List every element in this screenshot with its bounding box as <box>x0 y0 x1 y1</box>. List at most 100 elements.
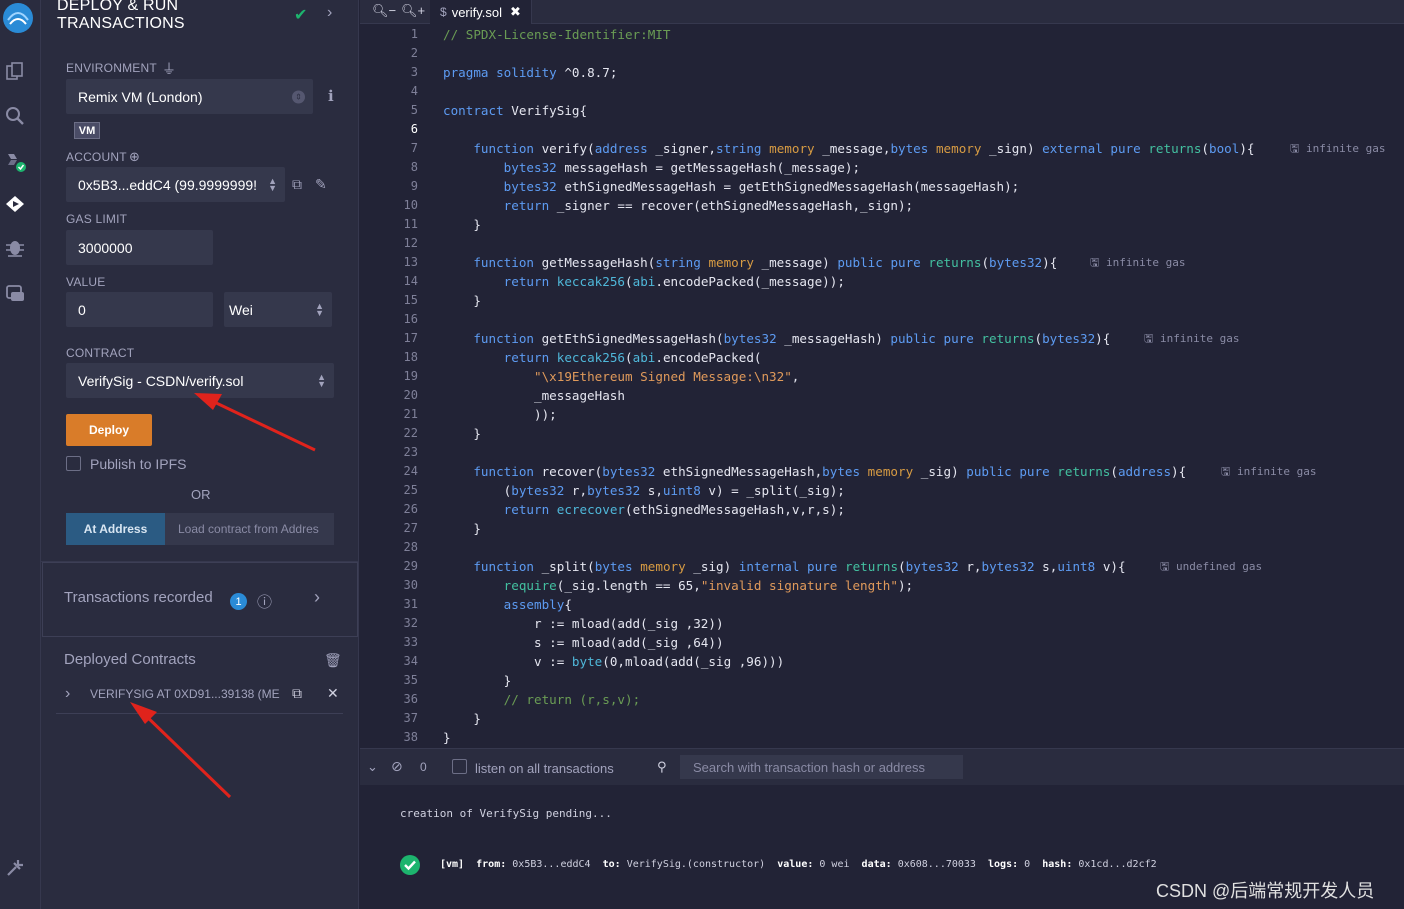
environment-select[interactable]: Remix VM (London) ⇕ <box>66 79 313 114</box>
solidity-compiler-icon[interactable] <box>4 150 26 172</box>
deploy-run-panel: DEPLOY & RUN TRANSACTIONS ✔ › ENVIRONMEN… <box>41 0 359 909</box>
close-icon[interactable]: ✕ <box>327 685 339 702</box>
remix-logo-icon[interactable] <box>2 2 34 34</box>
code-line[interactable]: 21 )); <box>360 405 1404 424</box>
code-line[interactable]: 18 return keccak256(abi.encodePacked( <box>360 348 1404 367</box>
code-line[interactable]: 24 function recover(bytes32 ethSignedMes… <box>360 462 1404 481</box>
trash-icon[interactable]: 🗑 <box>324 652 342 669</box>
copy-icon[interactable]: ⧉ <box>292 176 302 193</box>
file-explorer-icon[interactable] <box>4 60 26 82</box>
deploy-button[interactable]: Deploy <box>66 414 152 446</box>
copy-icon[interactable]: ⧉ <box>292 685 302 702</box>
account-select[interactable]: 0x5B3...eddC4 (99.9999999! ▲ ▼ <box>66 167 285 202</box>
chevron-right-icon[interactable]: › <box>314 587 320 608</box>
code-line[interactable]: 32 r := mload(add(_sig ,32)) <box>360 614 1404 633</box>
solidity-file-icon: $ <box>440 5 447 19</box>
publish-ipfs-checkbox[interactable] <box>66 456 81 471</box>
code-text: "\x19Ethereum Signed Message:\n32", <box>534 369 800 384</box>
listen-all-checkbox[interactable] <box>452 759 467 774</box>
code-line[interactable]: 5 contract VerifySig{ <box>360 101 1404 120</box>
code-line[interactable]: 7 function verify(address _signer,string… <box>360 139 1404 158</box>
code-line[interactable]: 12 <box>360 234 1404 253</box>
code-line[interactable]: 36 // return (r,s,v); <box>360 690 1404 709</box>
line-number: 15 <box>403 293 418 307</box>
line-number: 28 <box>403 540 418 554</box>
or-label: OR <box>191 487 211 502</box>
code-line[interactable]: 28 <box>360 538 1404 557</box>
edit-icon[interactable]: ✎ <box>315 176 327 193</box>
code-line[interactable]: 8 bytes32 messageHash = getMessageHash(_… <box>360 158 1404 177</box>
code-line[interactable]: 37 } <box>360 709 1404 728</box>
zoom-out-icon[interactable]: 🔍︎− <box>372 3 396 19</box>
info-icon[interactable]: ℹ <box>328 87 334 105</box>
gas-limit-input[interactable]: 3000000 <box>66 230 213 265</box>
code-line[interactable]: 3 pragma solidity ^0.8.7; <box>360 63 1404 82</box>
clear-console-icon[interactable]: ⊘ <box>391 758 403 775</box>
code-text: } <box>443 673 512 688</box>
code-line[interactable]: 33 s := mload(add(_sig ,64)) <box>360 633 1404 652</box>
close-icon[interactable]: ✖ <box>510 4 521 20</box>
code-line[interactable]: 22 } <box>360 424 1404 443</box>
code-line[interactable]: 11 } <box>360 215 1404 234</box>
code-line[interactable]: 26 return ecrecover(ethSignedMessageHash… <box>360 500 1404 519</box>
plug-icon[interactable] <box>4 857 26 879</box>
code-text: bytes32 ethSignedMessageHash = getEthSig… <box>503 179 1020 194</box>
code-line[interactable]: 38} <box>360 728 1404 747</box>
code-line[interactable]: 13 function getMessageHash(string memory… <box>360 253 1404 272</box>
contract-select[interactable]: VerifySig - CSDN/verify.sol ▲ ▼ <box>66 363 334 398</box>
deployed-instance-name: VERIFYSIG AT 0XD91...39138 (ME <box>90 687 280 701</box>
collapse-icon[interactable]: ⌄ <box>367 759 378 775</box>
plus-circle-icon[interactable]: ⊕ <box>129 149 140 165</box>
code-line[interactable]: 1 // SPDX-License-Identifier:MIT <box>360 25 1404 44</box>
transactions-recorded-section[interactable]: Transactions recorded 1 ⓘ › <box>42 562 358 637</box>
code-line[interactable]: 15 } <box>360 291 1404 310</box>
line-number: 26 <box>403 502 418 516</box>
code-line[interactable]: 20 _messageHash <box>360 386 1404 405</box>
line-number: 18 <box>403 350 418 364</box>
chevron-right-icon[interactable]: › <box>327 4 332 22</box>
environment-value: Remix VM (London) <box>78 88 203 105</box>
account-label: ACCOUNT <box>66 150 127 164</box>
code-line[interactable]: 23 <box>360 443 1404 462</box>
code-line[interactable]: 14 return keccak256(abi.encodePacked(_me… <box>360 272 1404 291</box>
transactions-count-badge: 1 <box>230 593 247 610</box>
tx-logs: 0 <box>1024 859 1031 870</box>
code-line[interactable]: 16 <box>360 310 1404 329</box>
at-address-input[interactable]: Load contract from Addres <box>165 513 334 545</box>
code-line[interactable]: 31 assembly{ <box>360 595 1404 614</box>
code-line[interactable]: 27 } <box>360 519 1404 538</box>
code-line[interactable]: 35 } <box>360 671 1404 690</box>
code-line[interactable]: 9 bytes32 ethSignedMessageHash = getEthS… <box>360 177 1404 196</box>
at-address-button[interactable]: At Address <box>66 513 165 545</box>
select-arrows-icon: ▲ ▼ <box>315 300 324 318</box>
code-line[interactable]: 2 <box>360 44 1404 63</box>
code-line[interactable]: 4 <box>360 82 1404 101</box>
deployed-contract-instance[interactable]: › VERIFYSIG AT 0XD91...39138 (ME ⧉ ✕ <box>56 679 343 714</box>
chevron-right-icon[interactable]: › <box>65 685 70 703</box>
code-line[interactable]: 17 function getEthSignedMessageHash(byte… <box>360 329 1404 348</box>
tx-vm: [vm] <box>440 859 465 870</box>
code-line[interactable]: 19 "\x19Ethereum Signed Message:\n32", <box>360 367 1404 386</box>
code-line[interactable]: 34 v := byte(0,mload(add(_sig ,96))) <box>360 652 1404 671</box>
code-line[interactable]: 29 function _split(bytes memory _sig) in… <box>360 557 1404 576</box>
code-text: require(_sig.length == 65,"invalid signa… <box>503 578 914 593</box>
tab-verify-sol[interactable]: $ verify.sol ✖ <box>430 0 532 24</box>
line-number: 12 <box>403 236 418 250</box>
tx-from: 0x5B3...eddC4 <box>512 859 591 870</box>
zoom-in-icon[interactable]: 🔍︎+ <box>401 3 425 19</box>
search-icon[interactable] <box>4 105 26 127</box>
code-line[interactable]: 10 return _signer == recover(ethSignedMe… <box>360 196 1404 215</box>
line-number: 11 <box>403 217 418 231</box>
deploy-run-icon[interactable] <box>4 193 26 215</box>
code-line[interactable]: 30 require(_sig.length == 65,"invalid si… <box>360 576 1404 595</box>
plugin-manager-icon[interactable] <box>4 282 26 304</box>
info-icon[interactable]: ⓘ <box>257 591 272 612</box>
tx-to-label: to: <box>602 859 621 870</box>
terminal-search-input[interactable]: Search with transaction hash or address <box>680 755 963 779</box>
code-line[interactable]: 25 (bytes32 r,bytes32 s,uint8 v) = _spli… <box>360 481 1404 500</box>
value-input[interactable]: 0 <box>66 292 213 327</box>
transaction-log[interactable]: [vm] from: 0x5B3...eddC4 to: VerifySig.(… <box>440 859 1157 870</box>
debugger-icon[interactable] <box>4 236 26 258</box>
value-unit-select[interactable]: Wei ▲ ▼ <box>224 292 332 327</box>
code-line[interactable]: 6 <box>360 120 1404 139</box>
